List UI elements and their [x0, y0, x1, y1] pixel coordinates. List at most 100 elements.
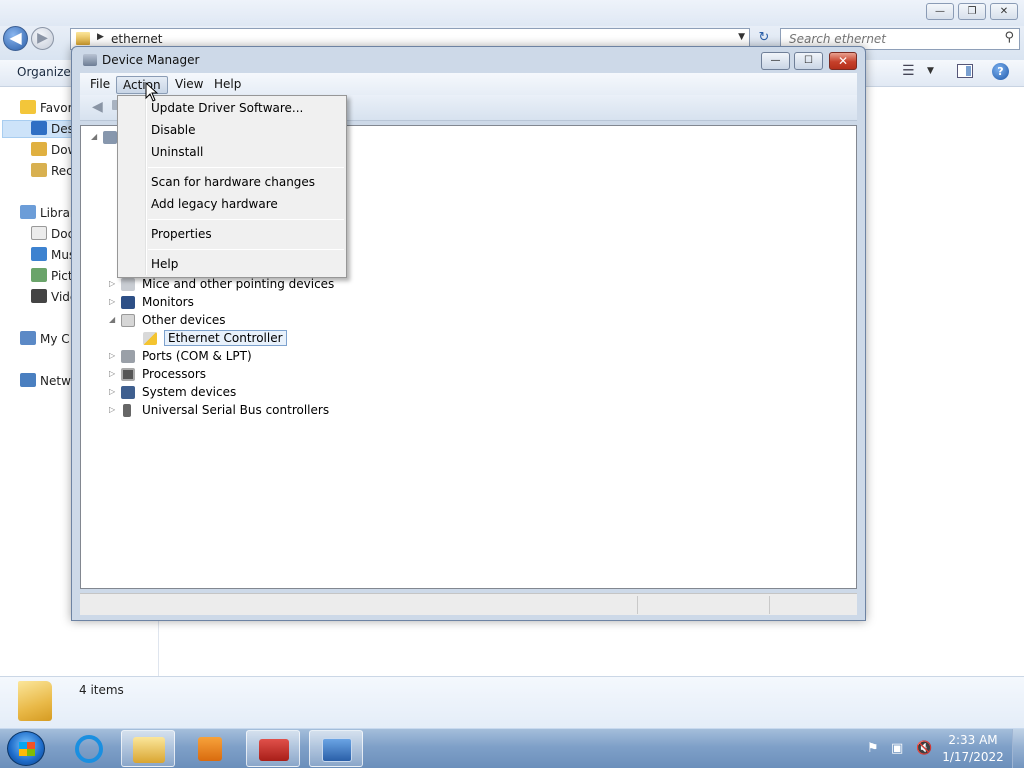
desktop-icon — [31, 121, 47, 135]
nav-item-computer[interactable]: My C — [20, 331, 70, 351]
menu-separator — [148, 249, 344, 250]
processor-icon — [121, 368, 135, 381]
explorer-close-button[interactable]: ✕ — [990, 3, 1018, 20]
nav-item-desktop[interactable]: Des — [31, 121, 74, 141]
explorer-restore-button[interactable]: ❐ — [958, 3, 986, 20]
nav-item-libraries[interactable]: Librar — [20, 205, 75, 225]
menu-separator — [148, 167, 344, 168]
back-button[interactable]: ◀ — [3, 26, 28, 51]
downloads-icon — [31, 142, 47, 156]
organize-button[interactable]: Organize — [17, 65, 71, 79]
expand-icon[interactable]: ▷ — [109, 387, 115, 396]
nav-item-favorites[interactable]: Favor — [20, 100, 73, 120]
menu-item-help[interactable]: Help — [151, 257, 178, 277]
pictures-icon — [31, 268, 47, 282]
computer-icon — [103, 131, 117, 144]
documents-icon — [31, 226, 47, 240]
monitor-icon — [121, 296, 135, 309]
breadcrumb[interactable]: ethernet — [111, 32, 163, 46]
network-icon — [20, 373, 36, 387]
expand-icon[interactable]: ▷ — [109, 351, 115, 360]
menu-view[interactable]: View — [169, 76, 209, 94]
window-title: Device Manager — [102, 53, 200, 67]
nav-item-documents[interactable]: Doc — [31, 226, 74, 246]
action-dropdown-menu: Update Driver Software... Disable Uninst… — [117, 95, 347, 278]
clock-date[interactable]: 1/17/2022 — [940, 750, 1006, 764]
folder-icon — [133, 737, 165, 763]
menu-file[interactable]: File — [84, 76, 116, 94]
status-bar — [80, 593, 857, 615]
collapse-icon[interactable]: ◢ — [109, 315, 115, 324]
mouse-cursor-icon — [145, 82, 159, 102]
menu-action[interactable]: Action — [116, 76, 168, 94]
toolbar-back-icon[interactable]: ◀ — [92, 99, 103, 115]
toolbox-icon — [259, 739, 289, 761]
details-pane — [0, 676, 1024, 728]
action-center-flag-icon[interactable]: ⚑ — [867, 741, 879, 756]
status-divider — [637, 596, 638, 614]
close-button[interactable]: ✕ — [829, 52, 857, 70]
taskbar-internet-explorer[interactable] — [62, 730, 116, 767]
menu-item-disable[interactable]: Disable — [151, 123, 196, 143]
folder-large-icon — [18, 681, 52, 721]
nav-item-network[interactable]: Netw — [20, 373, 71, 393]
internet-explorer-icon — [75, 735, 103, 763]
music-icon — [31, 247, 47, 261]
star-icon — [20, 100, 36, 114]
recent-places-icon — [31, 163, 47, 177]
status-divider — [769, 596, 770, 614]
volume-muted-icon[interactable]: 🔇 — [916, 741, 932, 756]
menu-item-scan-hardware[interactable]: Scan for hardware changes — [151, 175, 315, 195]
unknown-device-icon — [121, 314, 135, 327]
device-manager-icon — [322, 738, 352, 762]
videos-icon — [31, 289, 47, 303]
show-desktop-button[interactable] — [1012, 729, 1024, 768]
menu-item-update-driver[interactable]: Update Driver Software... — [151, 101, 303, 121]
media-player-icon — [198, 737, 222, 761]
clock-time[interactable]: 2:33 AM — [940, 733, 1006, 747]
taskbar-media-player[interactable] — [183, 730, 237, 767]
view-dropdown-icon[interactable]: ▼ — [927, 66, 934, 76]
taskbar-toolbox[interactable] — [246, 730, 300, 767]
network-tray-icon[interactable]: ▣ — [891, 741, 903, 756]
menu-item-add-legacy[interactable]: Add legacy hardware — [151, 197, 278, 217]
forward-button[interactable]: ▶ — [31, 27, 54, 50]
start-button[interactable] — [7, 731, 45, 766]
nav-item-recent[interactable]: Rec — [31, 163, 73, 183]
libraries-icon — [20, 205, 36, 219]
nav-item-music[interactable]: Mus — [31, 247, 75, 267]
taskbar-device-manager[interactable] — [309, 730, 363, 767]
expand-icon[interactable]: ▷ — [109, 369, 115, 378]
breadcrumb-arrow-icon: ▶ — [97, 32, 104, 42]
help-icon[interactable]: ? — [992, 63, 1009, 80]
taskbar-explorer[interactable] — [121, 730, 175, 767]
computer-icon — [20, 331, 36, 345]
search-icon[interactable]: ⚲ — [1004, 30, 1014, 45]
view-options-icon[interactable]: ☰ — [902, 63, 915, 79]
usb-icon — [123, 404, 131, 417]
menu-bar: File Action View Help — [80, 73, 857, 95]
collapse-icon[interactable]: ◢ — [91, 132, 97, 141]
windows-logo-icon — [19, 742, 35, 756]
expand-icon[interactable]: ▷ — [109, 297, 115, 306]
expand-icon[interactable]: ▷ — [109, 405, 115, 414]
address-dropdown-icon[interactable]: ▼ — [738, 32, 745, 42]
warning-icon — [143, 332, 157, 345]
maximize-button[interactable]: ☐ — [794, 52, 823, 70]
menu-separator — [148, 219, 344, 220]
system-devices-icon — [121, 386, 135, 399]
navigation-pane: Favor Des Dow Rec Librar Doc Mus Pict Vi… — [0, 88, 77, 676]
menu-item-properties[interactable]: Properties — [151, 227, 212, 247]
menu-item-uninstall[interactable]: Uninstall — [151, 145, 203, 165]
pane-divider — [158, 620, 159, 676]
preview-pane-icon[interactable] — [957, 64, 973, 78]
expand-icon[interactable]: ▷ — [109, 279, 115, 288]
device-manager-app-icon — [83, 54, 97, 66]
item-count: 4 items — [79, 683, 124, 697]
explorer-minimize-button[interactable]: — — [926, 3, 954, 20]
nav-item-pictures[interactable]: Pict — [31, 268, 73, 288]
minimize-button[interactable]: — — [761, 52, 790, 70]
menu-help[interactable]: Help — [208, 76, 247, 94]
folder-icon — [76, 32, 90, 45]
mouse-icon — [121, 278, 135, 291]
